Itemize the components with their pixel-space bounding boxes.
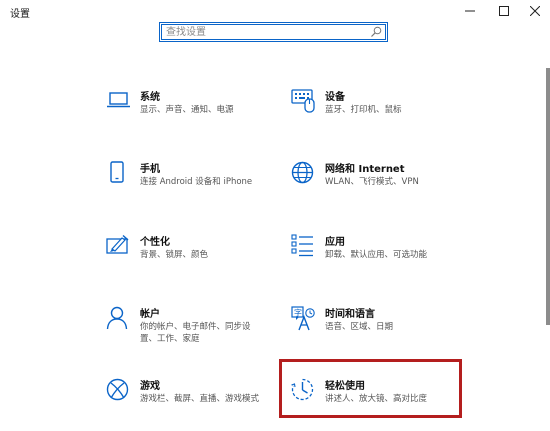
keyboard-icon [291,89,317,115]
category-desc: 显示、声音、通知、电源 [140,105,234,115]
highlight-annotation-box [279,359,462,418]
category-phone[interactable]: 手机 连接 Android 设备和 iPhone [106,161,306,209]
xbox-icon [106,378,132,404]
category-apps[interactable]: 应用 卸载、默认应用、可选功能 [291,234,491,282]
window-title: 设置 [10,9,30,20]
search-icon[interactable] [370,26,382,38]
category-name: 手机 [140,164,160,175]
category-time-language[interactable]: 字 时间和语言 语音、区域、日期 [291,306,491,354]
category-desc: 你的帐户、电子邮件、同步设 [140,322,251,332]
person-icon [106,306,132,332]
category-name: 应用 [325,237,345,248]
category-name: 游戏 [140,381,160,392]
settings-window: 设置 系统 显示、声音、通知、电源 [0,0,550,431]
category-desc: WLAN、飞行模式、VPN [325,177,419,187]
category-system[interactable]: 系统 显示、声音、通知、电源 [106,89,306,137]
category-desc: 蓝牙、打印机、鼠标 [325,105,402,115]
search-box[interactable] [159,22,388,42]
category-personalization[interactable]: 个性化 背景、锁屏、颜色 [106,234,306,282]
category-name: 个性化 [140,237,170,248]
maximize-icon [499,6,509,16]
scrollbar[interactable] [546,68,550,325]
phone-icon [106,161,132,187]
maximize-button[interactable] [487,0,521,22]
close-icon [530,6,540,16]
category-name: 时间和语言 [325,309,375,320]
category-accounts[interactable]: 帐户 你的帐户、电子邮件、同步设 置、工作、家庭 [106,306,306,354]
svg-text:字: 字 [294,308,302,318]
category-network[interactable]: 网络和 Internet WLAN、飞行模式、VPN [291,161,491,209]
paintbrush-icon [106,234,132,260]
title-bar: 设置 [0,0,550,24]
category-gaming[interactable]: 游戏 游戏栏、截屏、直播、游戏模式 [106,378,306,426]
category-name: 设备 [325,92,345,103]
category-name: 系统 [140,92,160,103]
globe-icon [291,161,317,187]
category-desc: 游戏栏、截屏、直播、游戏模式 [140,394,260,404]
time-language-icon: 字 [291,306,317,332]
category-name: 网络和 Internet [325,164,405,175]
minimize-button[interactable] [453,0,487,22]
minimize-icon [465,10,475,12]
category-desc: 连接 Android 设备和 iPhone [140,177,253,187]
close-button[interactable] [518,0,550,22]
laptop-icon [106,89,132,115]
category-desc: 语音、区域、日期 [325,322,394,332]
category-desc-line2: 置、工作、家庭 [140,334,200,344]
apps-list-icon [291,234,317,260]
category-desc: 卸载、默认应用、可选功能 [325,250,428,260]
category-devices[interactable]: 设备 蓝牙、打印机、鼠标 [291,89,491,137]
category-name: 帐户 [140,309,160,320]
category-desc: 背景、锁屏、颜色 [140,250,209,260]
search-input[interactable] [166,25,366,39]
